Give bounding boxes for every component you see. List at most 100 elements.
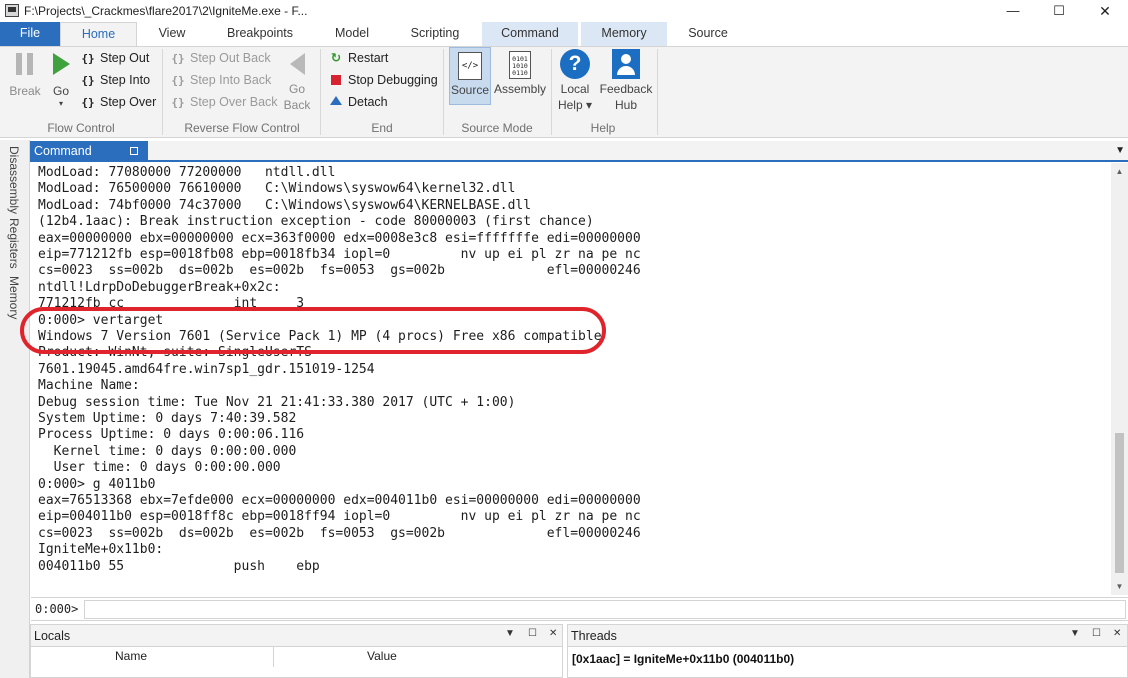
locals-col-name[interactable]: Name — [115, 649, 147, 663]
command-output-line: IgniteMe+0x11b0: — [38, 542, 164, 558]
scrollbar-thumb[interactable] — [1115, 433, 1124, 573]
side-tab-memory[interactable]: Memory — [7, 276, 21, 319]
step-over-button[interactable]: {} Step Over — [80, 92, 156, 112]
app-icon[interactable] — [5, 4, 19, 17]
ribbon-separator — [551, 49, 552, 135]
command-output-line: 0:000> g 4011b0 — [38, 476, 156, 492]
current-thread-item[interactable]: [0x1aac] = IgniteMe+0x11b0 (004011b0) — [572, 652, 794, 666]
go-button[interactable]: Go ▾ — [48, 53, 74, 109]
pin-icon[interactable] — [130, 147, 138, 155]
tab-memory[interactable]: Memory — [581, 22, 667, 46]
restart-button[interactable]: ↻ Restart — [328, 48, 389, 68]
locals-header: Locals ▼ ☐ ✕ — [31, 625, 562, 647]
command-window-tab[interactable]: Command — [30, 141, 148, 162]
step-into-back-button[interactable]: {} Step Into Back — [170, 70, 271, 90]
minimize-button[interactable]: — — [990, 0, 1036, 22]
tab-view[interactable]: View — [150, 22, 194, 46]
step-over-back-icon: {} — [171, 96, 185, 109]
command-output-line: 7601.19045.amd64fre.win7sp1_gdr.151019-1… — [38, 361, 375, 377]
tab-home[interactable]: Home — [60, 22, 137, 47]
step-into-back-icon: {} — [171, 74, 185, 87]
command-output-line: 004011b0 55 push ebp — [38, 558, 320, 574]
ribbon-tab-row: File Home View Breakpoints Model Scripti… — [0, 22, 1128, 67]
source-mode-group-label: Source Mode — [461, 121, 533, 135]
step-out-back-icon: {} — [171, 52, 185, 65]
command-output-line: Kernel time: 0 days 0:00:00.000 — [38, 443, 297, 459]
assembly-mode-button[interactable]: 0101 1010 0110 Assembly — [493, 51, 547, 97]
command-output-line: cs=0023 ss=002b ds=002b es=002b fs=0053 … — [38, 263, 641, 279]
eject-icon — [330, 96, 342, 105]
step-out-back-button[interactable]: {} Step Out Back — [170, 48, 270, 68]
go-back-icon — [290, 53, 305, 75]
stop-debugging-button[interactable]: Stop Debugging — [328, 70, 438, 90]
tab-file[interactable]: File — [0, 22, 60, 46]
ribbon-separator — [657, 49, 658, 135]
feedback-person-icon — [612, 49, 640, 79]
step-into-button[interactable]: {} Step Into — [80, 70, 150, 90]
ribbon-separator — [443, 49, 444, 135]
tab-breakpoints[interactable]: Breakpoints — [224, 22, 296, 46]
command-input[interactable] — [84, 600, 1126, 619]
pause-icon — [16, 53, 34, 75]
tab-model[interactable]: Model — [328, 22, 376, 46]
reverse-flow-group-label: Reverse Flow Control — [184, 121, 300, 135]
step-over-back-button[interactable]: {} Step Over Back — [170, 92, 277, 112]
step-out-icon: {} — [81, 52, 95, 65]
command-output[interactable]: ModLoad: 77080000 77200000 ntdll.dll ModL… — [31, 163, 1111, 595]
locals-menu-icon[interactable]: ▼ — [505, 628, 515, 639]
command-output-line: ModLoad: 74bf0000 74c37000 C:\Windows\sy… — [38, 197, 532, 213]
local-help-button[interactable]: ? Local Help ▾ — [557, 49, 593, 113]
command-input-row: 0:000> — [31, 597, 1128, 621]
source-mode-button[interactable]: </> Source — [449, 47, 491, 105]
tab-command[interactable]: Command — [482, 22, 578, 46]
command-output-line: Machine Name: — [38, 378, 140, 394]
title-bar: F:\Projects\_Crackmes\flare2017\2\Ignite… — [0, 0, 1128, 22]
threads-pane: Threads ▼ ☐ ✕ [0x1aac] = IgniteMe+0x11b0… — [567, 624, 1128, 678]
scroll-up-icon[interactable]: ▲ — [1111, 163, 1128, 180]
ribbon: Break Go ▾ {} Step Out {} Step Into {} Step… — [0, 46, 1128, 138]
command-output-scrollbar[interactable]: ▲ ▼ — [1111, 163, 1128, 595]
feedback-hub-button[interactable]: Feedback Hub — [598, 49, 654, 113]
locals-close-icon[interactable]: ✕ — [549, 628, 557, 639]
threads-menu-icon[interactable]: ▼ — [1070, 628, 1080, 639]
side-tab-registers[interactable]: Registers — [7, 218, 21, 269]
command-output-line: User time: 0 days 0:00:00.000 — [38, 460, 281, 476]
end-group-label: End — [371, 121, 393, 135]
detach-button[interactable]: Detach — [328, 92, 388, 112]
command-output-line: System Uptime: 0 days 7:40:39.582 — [38, 411, 297, 426]
scroll-down-icon[interactable]: ▼ — [1111, 578, 1128, 595]
go-back-button[interactable]: Go Back — [282, 53, 312, 113]
threads-title: Threads — [571, 629, 617, 643]
restart-icon: ↻ — [330, 51, 342, 65]
threads-pin-icon[interactable]: ☐ — [1092, 628, 1101, 639]
threads-header: Threads ▼ ☐ ✕ — [568, 625, 1127, 647]
ribbon-separator — [162, 49, 163, 135]
command-output-line: ModLoad: 76500000 76610000 C:\Windows\sy… — [38, 181, 516, 197]
command-output-line: cs=0023 ss=002b ds=002b es=002b fs=0053 … — [38, 525, 641, 541]
threads-close-icon[interactable]: ✕ — [1113, 628, 1121, 639]
side-tab-strip: Disassembly Registers Memory — [0, 140, 30, 678]
help-group-label: Help — [590, 121, 616, 135]
tab-source[interactable]: Source — [684, 22, 732, 46]
break-button[interactable]: Break — [8, 53, 42, 99]
side-tab-disassembly[interactable]: Disassembly — [7, 146, 21, 214]
column-divider[interactable] — [273, 647, 274, 667]
source-code-icon: </> — [458, 52, 482, 80]
window-menu-icon[interactable]: ▼ — [1115, 145, 1125, 156]
locals-pane: Locals ▼ ☐ ✕ Name Value — [30, 624, 563, 678]
command-window-header: Command ▼ — [30, 141, 1128, 162]
tab-scripting[interactable]: Scripting — [406, 22, 464, 46]
step-out-button[interactable]: {} Step Out — [80, 48, 149, 68]
locals-col-value[interactable]: Value — [367, 649, 397, 663]
maximize-button[interactable]: ☐ — [1036, 0, 1082, 22]
command-output-line: Process Uptime: 0 days 0:00:06.116 — [38, 427, 305, 443]
command-output-line: (12b4.1aac): Break instruction exception… — [38, 214, 594, 230]
command-output-line: eip=004011b0 esp=0018ff8c ebp=0018ff94 i… — [38, 509, 641, 525]
locals-pin-icon[interactable]: ☐ — [528, 628, 537, 639]
close-button[interactable]: ✕ — [1082, 0, 1128, 22]
window-title: F:\Projects\_Crackmes\flare2017\2\Ignite… — [24, 4, 308, 18]
command-output-line: eip=771212fb esp=0018fb08 ebp=0018fb34 i… — [38, 247, 641, 262]
step-into-icon: {} — [81, 74, 95, 87]
step-over-icon: {} — [81, 96, 95, 109]
locals-title: Locals — [34, 629, 71, 643]
